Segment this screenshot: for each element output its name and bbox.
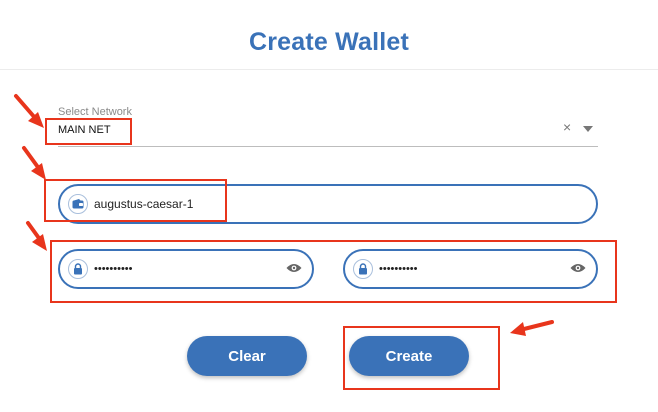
arrow-icon [510, 320, 554, 336]
arrow-icon [26, 221, 47, 251]
arrow-icon [14, 94, 44, 128]
arrow-icon [22, 146, 46, 180]
annotation-arrows [14, 94, 554, 336]
